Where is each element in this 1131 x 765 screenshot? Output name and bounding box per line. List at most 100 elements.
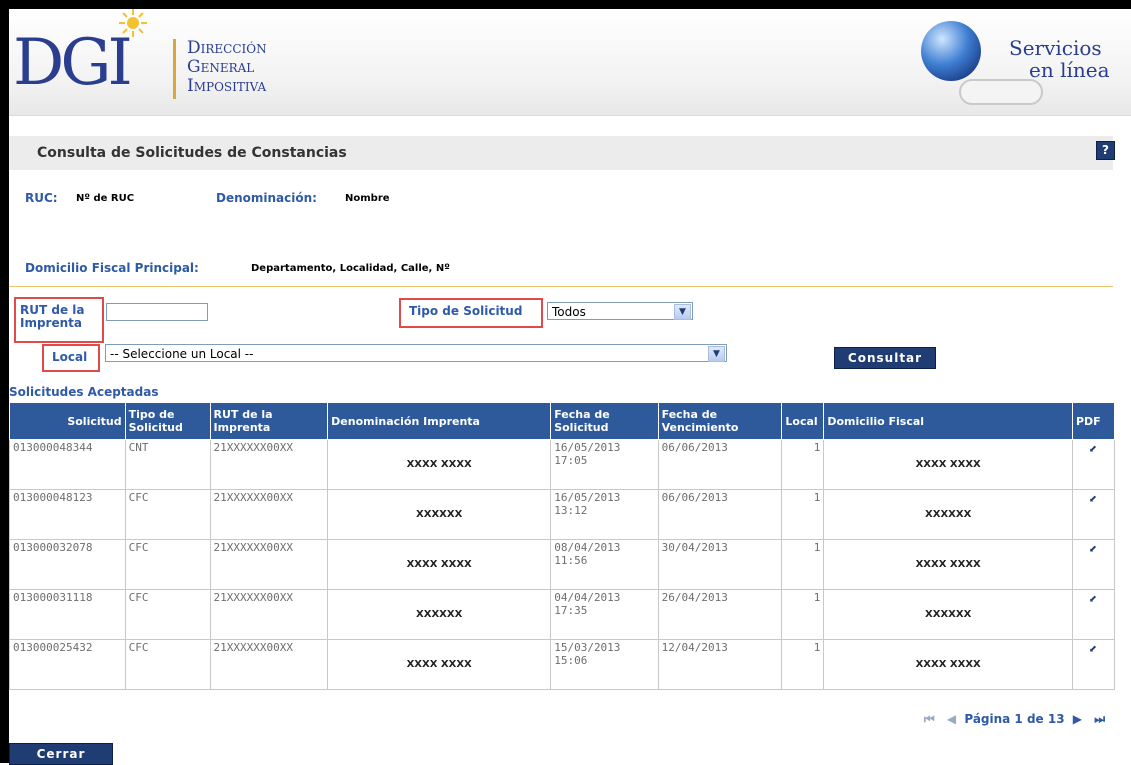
cell-tipo: CNT <box>124 439 211 490</box>
col-solicitud[interactable]: Solicitud <box>9 402 126 440</box>
ruc-value: Nº de RUC <box>76 193 135 204</box>
cell-solicitud: 013000048344 <box>9 439 126 490</box>
cell-rut: 21XXXXXX00XX <box>209 589 329 640</box>
cell-denominacion: XXXXXX <box>327 589 552 640</box>
section-title: Solicitudes Aceptadas <box>9 385 159 399</box>
prev-page-icon[interactable]: ◀ <box>947 712 956 726</box>
cell-denominacion: XXXXXX <box>327 489 552 540</box>
mouse-graphic-icon <box>959 79 1043 105</box>
cell-domicilio: XXXXXX <box>823 589 1073 640</box>
cell-fecha-vencimiento: 06/06/2013 <box>657 489 783 540</box>
taxpayer-info: RUC: Nº de RUC Denominación: Nombre Domi… <box>9 170 1113 287</box>
cell-rut: 21XXXXXX00XX <box>209 489 329 540</box>
site-header: DGI Dirección General Impositiva Servici… <box>9 9 1131 116</box>
tipo-solicitud-label: Tipo de Solicitud <box>409 304 523 318</box>
col-denominacion[interactable]: Denominación Imprenta <box>327 402 552 440</box>
chevron-down-icon[interactable]: ▼ <box>708 346 725 362</box>
col-local[interactable]: Local <box>781 402 825 440</box>
pdf-download-icon[interactable]: ⬋ <box>1089 591 1097 607</box>
results-table: Solicitud Tipo de Solicitud RUT de la Im… <box>9 402 1116 690</box>
col-tipo[interactable]: Tipo de Solicitud <box>124 402 211 440</box>
denominacion-label: Denominación: <box>216 191 317 205</box>
cell-pdf: ⬋ <box>1071 489 1116 540</box>
dgi-logo: DGI <box>13 26 133 100</box>
cell-tipo: CFC <box>124 489 211 540</box>
cerrar-button[interactable]: Cerrar <box>9 743 113 765</box>
cell-domicilio: XXXX XXXX <box>823 539 1073 590</box>
logo-divider <box>173 39 176 99</box>
cell-pdf: ⬋ <box>1071 539 1116 590</box>
cell-fecha-vencimiento: 30/04/2013 <box>657 539 783 590</box>
cell-domicilio: XXXX XXXX <box>823 439 1073 490</box>
local-select[interactable]: -- Seleccione un Local -- ▼ <box>105 344 727 362</box>
cell-fecha-solicitud: 04/04/2013 17:35 <box>550 589 659 640</box>
col-fecha-vencimiento[interactable]: Fecha de Vencimiento <box>657 402 783 440</box>
last-page-icon[interactable]: ⏭ <box>1094 712 1105 726</box>
cell-tipo: CFC <box>124 639 211 690</box>
first-page-icon[interactable]: ⏮ <box>924 712 935 726</box>
table-row: 013000048123 CFC 21XXXXXX00XX XXXXXX 16/… <box>9 489 1116 540</box>
table-row: 013000048344 CNT 21XXXXXX00XX XXXX XXXX … <box>9 439 1116 490</box>
page-indicator: Página 1 de 13 <box>964 712 1065 726</box>
table-row: 013000031118 CFC 21XXXXXX00XX XXXXXX 04/… <box>9 589 1116 640</box>
consultar-button[interactable]: Consultar <box>834 347 936 369</box>
table-header-row: Solicitud Tipo de Solicitud RUT de la Im… <box>9 402 1116 440</box>
cell-fecha-solicitud: 08/04/2013 11:56 <box>550 539 659 590</box>
cell-rut: 21XXXXXX00XX <box>209 639 329 690</box>
cell-fecha-vencimiento: 06/06/2013 <box>657 439 783 490</box>
rut-label-line-2: Imprenta <box>20 316 82 330</box>
cell-rut: 21XXXXXX00XX <box>209 539 329 590</box>
page-title: Consulta de Solicitudes de Constancias <box>37 145 347 161</box>
col-rut[interactable]: RUT de la Imprenta <box>209 402 329 440</box>
col-pdf[interactable]: PDF <box>1071 402 1116 440</box>
cell-local: 1 <box>781 539 825 590</box>
cell-solicitud: 013000048123 <box>9 489 126 540</box>
cell-local: 1 <box>781 639 825 690</box>
domicilio-value: Departamento, Localidad, Calle, Nº <box>251 263 450 274</box>
cell-tipo: CFC <box>124 539 211 590</box>
pdf-download-icon[interactable]: ⬋ <box>1089 641 1097 657</box>
cell-denominacion: XXXX XXXX <box>327 439 552 490</box>
cell-pdf: ⬋ <box>1071 439 1116 490</box>
page-title-bar: Consulta de Solicitudes de Constancias <box>9 136 1113 170</box>
table-row: 013000032078 CFC 21XXXXXX00XX XXXX XXXX … <box>9 539 1116 590</box>
pdf-download-icon[interactable]: ⬋ <box>1089 491 1097 507</box>
local-selected: -- Seleccione un Local -- <box>110 347 254 361</box>
frame-left-border <box>0 0 9 763</box>
cell-fecha-vencimiento: 12/04/2013 <box>657 639 783 690</box>
tipo-solicitud-select[interactable]: Todos ▼ <box>547 302 693 320</box>
cell-local: 1 <box>781 589 825 640</box>
pdf-download-icon[interactable]: ⬋ <box>1089 541 1097 557</box>
rut-imprenta-input[interactable] <box>106 303 208 321</box>
cell-rut: 21XXXXXX00XX <box>209 439 329 490</box>
denominacion-value: Nombre <box>345 193 390 204</box>
servicios-en-linea-logo: Servicios en línea <box>1009 37 1110 81</box>
col-domicilio[interactable]: Domicilio Fiscal <box>823 402 1073 440</box>
ruc-label: RUC: <box>25 191 58 205</box>
pagination: ⏮ ◀ Página 1 de 13 ▶ ⏭ <box>920 712 1109 727</box>
pdf-download-icon[interactable]: ⬋ <box>1089 441 1097 457</box>
logo-text-line-3: Impositiva <box>187 76 267 96</box>
cell-local: 1 <box>781 439 825 490</box>
col-fecha-solicitud[interactable]: Fecha de Solicitud <box>550 402 659 440</box>
cell-solicitud: 013000031118 <box>9 589 126 640</box>
logo-text-line-1: Dirección <box>187 38 267 58</box>
next-page-icon[interactable]: ▶ <box>1073 712 1082 726</box>
help-button[interactable]: ? <box>1096 141 1115 160</box>
cell-denominacion: XXXX XXXX <box>327 539 552 590</box>
chevron-down-icon[interactable]: ▼ <box>674 304 691 320</box>
rut-imprenta-label: RUT de la Imprenta <box>20 304 84 330</box>
cell-solicitud: 013000025432 <box>9 639 126 690</box>
servicios-line-2: en línea <box>1029 58 1110 82</box>
cell-pdf: ⬋ <box>1071 589 1116 640</box>
local-label: Local <box>52 350 88 364</box>
cell-solicitud: 013000032078 <box>9 539 126 590</box>
cell-fecha-solicitud: 16/05/2013 17:05 <box>550 439 659 490</box>
cell-domicilio: XXXX XXXX <box>823 639 1073 690</box>
table-row: 013000025432 CFC 21XXXXXX00XX XXXX XXXX … <box>9 639 1116 690</box>
cell-fecha-vencimiento: 26/04/2013 <box>657 589 783 640</box>
cell-pdf: ⬋ <box>1071 639 1116 690</box>
cell-fecha-solicitud: 15/03/2013 15:06 <box>550 639 659 690</box>
cell-tipo: CFC <box>124 589 211 640</box>
tipo-solicitud-selected: Todos <box>552 305 586 319</box>
